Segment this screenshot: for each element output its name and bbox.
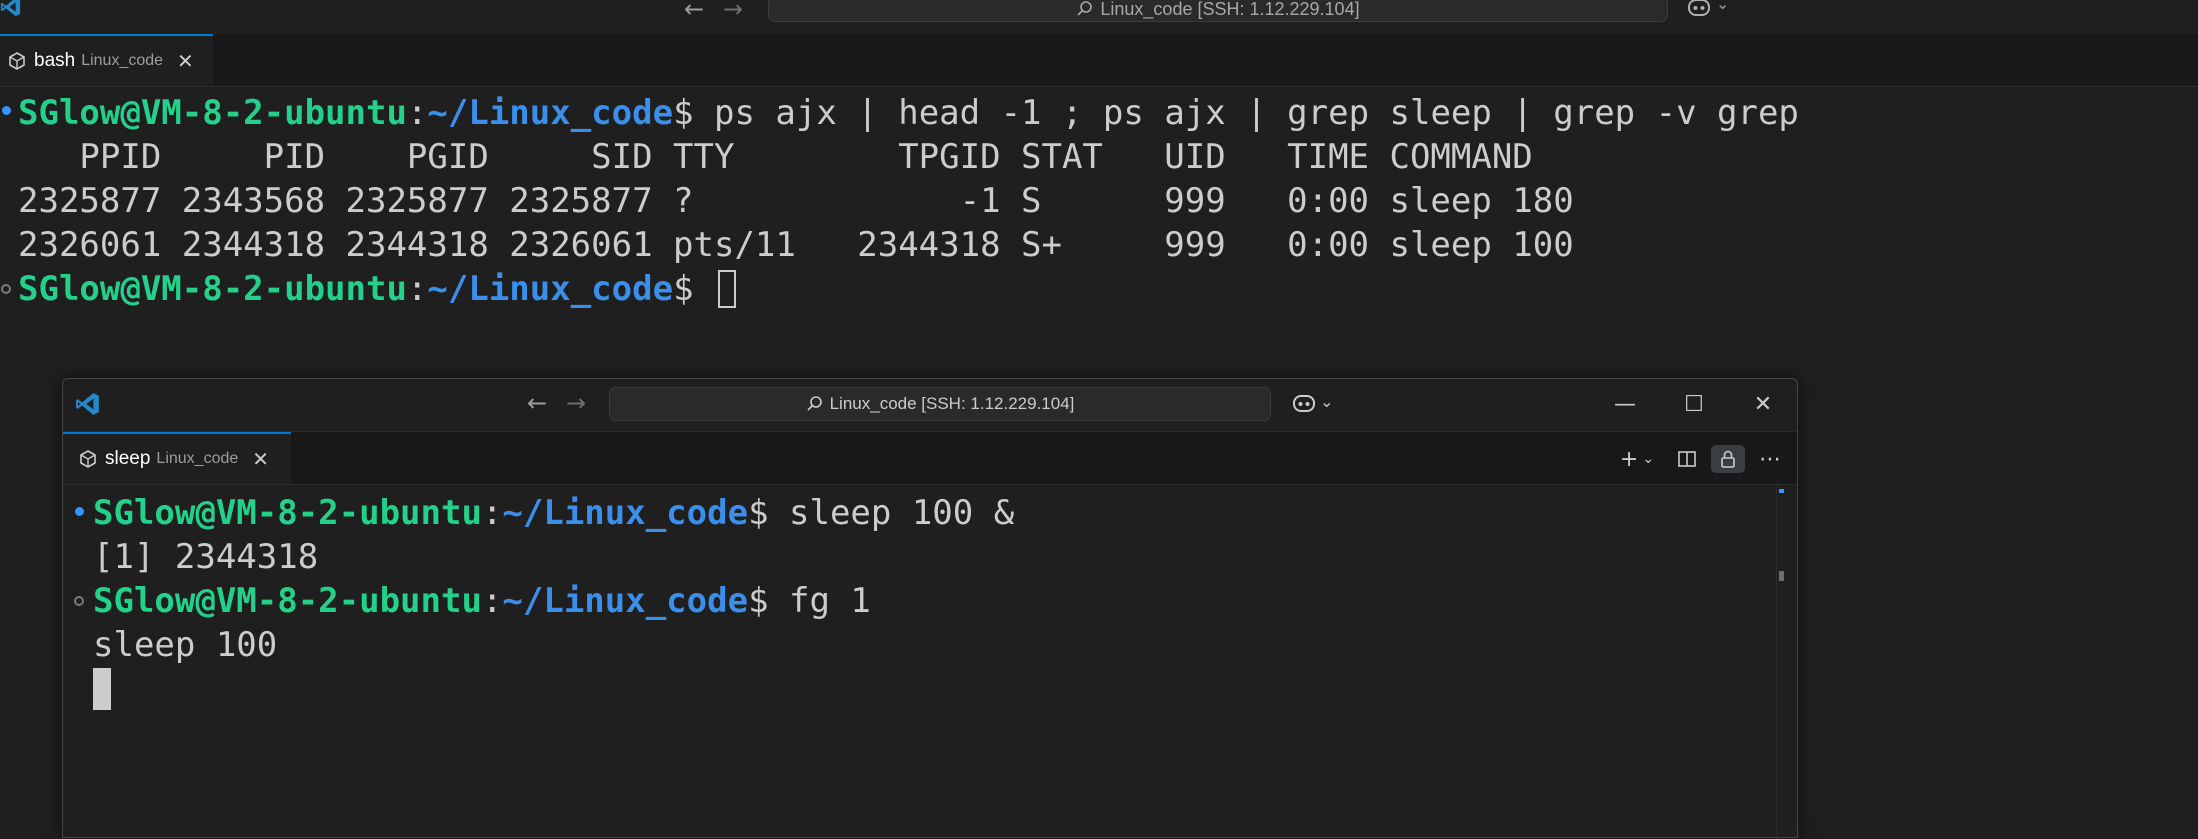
arrow-left-icon[interactable]: ← <box>684 0 704 21</box>
minimize-icon: — <box>1614 391 1636 417</box>
ps-row: 2326061 2344318 2344318 2326061 pts/11 2… <box>18 225 1574 265</box>
command-center-label: Linux_code [SSH: 1.12.229.104] <box>1100 0 1360 19</box>
command-center-search[interactable]: Linux_code [SSH: 1.12.229.104] <box>768 0 1668 22</box>
terminal-line: [1] 2344318 <box>93 537 319 577</box>
command-center-search[interactable]: Linux_code [SSH: 1.12.229.104] <box>609 387 1271 421</box>
arrow-right-icon[interactable]: → <box>566 391 586 415</box>
terminal-cursor-line <box>93 667 111 711</box>
copilot-icon[interactable] <box>1686 0 1712 18</box>
lock-icon <box>1721 450 1735 468</box>
close-window-button[interactable]: ✕ <box>1729 379 1797 429</box>
maximize-button[interactable]: ☐ <box>1660 379 1728 429</box>
terminal-line: sleep 100 <box>93 625 278 665</box>
vscode-logo-icon <box>0 0 21 17</box>
terminal-line: SGlow@VM-8-2-ubuntu:~/Linux_code$ sleep … <box>93 493 1015 533</box>
command-pending-decoration[interactable] <box>74 596 84 606</box>
close-icon[interactable]: ✕ <box>252 447 269 472</box>
chevron-down-icon: ⌄ <box>1642 451 1655 467</box>
close-icon[interactable]: ✕ <box>177 49 194 74</box>
maximize-icon: ☐ <box>1684 391 1704 417</box>
arrow-right-icon[interactable]: → <box>723 0 743 21</box>
terminal-tab-icon <box>9 52 25 70</box>
tab-sleep[interactable]: sleep Linux_code ✕ <box>63 432 291 484</box>
command-success-decoration[interactable] <box>2 106 11 115</box>
more-actions-button[interactable]: ⋯ <box>1753 445 1787 473</box>
tab-description: Linux_code <box>81 52 164 69</box>
scroll-lock-button[interactable] <box>1711 445 1745 473</box>
command-center-label: Linux_code [SSH: 1.12.229.104] <box>829 394 1075 413</box>
terminal-tab-icon <box>80 450 96 468</box>
command-pending-decoration[interactable] <box>1 284 11 294</box>
arrow-left-icon[interactable]: ← <box>527 391 547 415</box>
new-terminal-button[interactable]: + ⌄ <box>1615 445 1659 473</box>
tab-name: bash <box>34 50 76 71</box>
foreground-terminal[interactable]: SGlow@VM-8-2-ubuntu:~/Linux_code$ sleep … <box>63 485 1773 839</box>
ps-row: 2325877 2343568 2325877 2325877 ? -1 S 9… <box>18 181 1574 221</box>
split-terminal-button[interactable] <box>1671 445 1703 473</box>
terminal-line: SGlow@VM-8-2-ubuntu:~/Linux_code$ ps ajx… <box>18 93 1799 133</box>
ps-header-row: PPID PID PGID SID TTY TPGID STAT UID TIM… <box>18 137 1533 177</box>
foreground-window: ← → Linux_code [SSH: 1.12.229.104] ⌄ — ☐… <box>62 378 1798 839</box>
background-terminal[interactable]: SGlow@VM-8-2-ubuntu:~/Linux_code$ ps ajx… <box>0 88 2198 368</box>
tab-description: Linux_code <box>156 450 239 467</box>
command-success-decoration[interactable] <box>75 507 84 516</box>
tab-bash[interactable]: bash Linux_code ✕ <box>0 34 213 86</box>
terminal-cursor <box>718 270 737 308</box>
terminal-prompt-line: SGlow@VM-8-2-ubuntu:~/Linux_code$ <box>18 267 737 311</box>
background-tab-bar <box>0 34 2198 87</box>
minimize-button[interactable]: — <box>1591 379 1659 429</box>
vscode-logo-icon <box>76 393 99 415</box>
search-icon <box>807 396 822 411</box>
foreground-tab-bar <box>63 432 1797 485</box>
scrollbar-thumb[interactable] <box>1779 571 1784 581</box>
more-icon: ⋯ <box>1759 446 1781 472</box>
plus-icon: + <box>1619 446 1639 472</box>
scrollbar-marker <box>1779 489 1784 493</box>
split-terminal-icon <box>1678 451 1696 467</box>
close-icon: ✕ <box>1753 391 1773 417</box>
terminal-scrollbar[interactable] <box>1776 485 1787 839</box>
search-icon <box>1077 1 1093 16</box>
terminal-cursor <box>93 668 111 710</box>
terminal-line: SGlow@VM-8-2-ubuntu:~/Linux_code$ fg 1 <box>93 581 871 621</box>
copilot-icon[interactable] <box>1291 391 1317 415</box>
tab-name: sleep <box>105 448 151 469</box>
chevron-down-icon[interactable]: ⌄ <box>1716 0 1729 13</box>
chevron-down-icon[interactable]: ⌄ <box>1320 392 1333 411</box>
